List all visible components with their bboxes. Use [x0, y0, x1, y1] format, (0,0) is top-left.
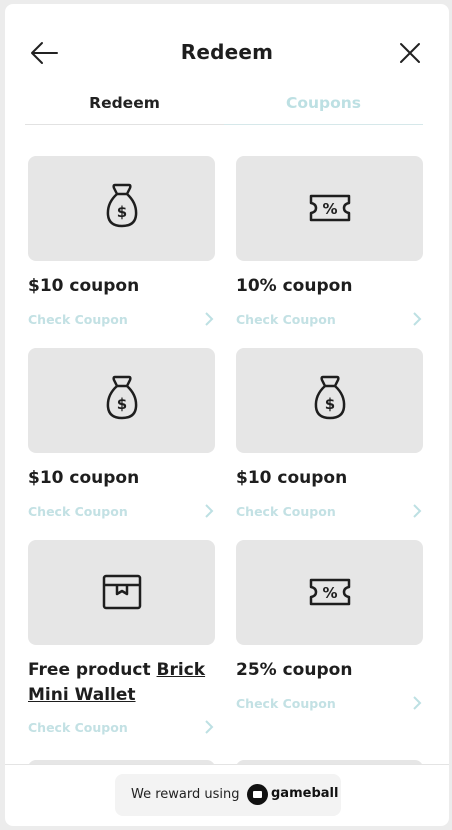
reward-title: 10% coupon — [236, 276, 353, 296]
reward-title: $10 coupon — [28, 276, 140, 296]
box-icon — [102, 574, 142, 610]
reward-thumbnail: % — [236, 156, 423, 261]
chevron-right-icon[interactable] — [203, 503, 215, 519]
check-coupon-link[interactable]: Check Coupon — [236, 696, 386, 711]
reward-title: $10 coupon — [236, 468, 348, 488]
tab-redeem[interactable]: Redeem — [25, 94, 224, 112]
reward-title-prefix: Free product — [28, 660, 151, 680]
chevron-right-icon[interactable] — [203, 311, 215, 327]
reward-thumbnail — [28, 540, 215, 645]
reward-card[interactable]: $ $10 coupon Check Coupon — [28, 348, 215, 528]
reward-thumbnail: % — [236, 540, 423, 645]
close-icon[interactable] — [398, 41, 422, 65]
percent-ticket-icon: % — [309, 194, 351, 222]
chevron-right-icon[interactable] — [411, 311, 423, 327]
tab-coupons[interactable]: Coupons — [224, 94, 423, 112]
svg-text:%: % — [322, 200, 337, 218]
svg-text:%: % — [322, 584, 337, 602]
reward-thumbnail: $ — [28, 348, 215, 453]
money-bag-icon: $ — [314, 375, 346, 420]
reward-title: Free product Brick Mini Wallet — [28, 658, 215, 708]
check-coupon-link[interactable]: Check Coupon — [28, 312, 178, 327]
rewards-grid: $ $10 coupon Check Coupon % 10% coupon C… — [28, 156, 424, 764]
check-coupon-link[interactable]: Check Coupon — [236, 504, 386, 519]
page-title: Redeem — [180, 40, 274, 64]
reward-card[interactable]: % 25% coupon Check Coupon — [236, 540, 423, 740]
money-bag-icon: $ — [106, 375, 138, 420]
reward-card[interactable]: % 10% coupon Check Coupon — [236, 156, 423, 336]
header: Redeem — [5, 4, 449, 100]
chevron-right-icon[interactable] — [411, 695, 423, 711]
reward-title: 25% coupon — [236, 660, 353, 680]
reward-title: $10 coupon — [28, 468, 140, 488]
svg-text:$: $ — [117, 395, 127, 413]
check-coupon-link[interactable]: Check Coupon — [236, 312, 386, 327]
svg-text:$: $ — [325, 395, 335, 413]
money-bag-icon: $ — [106, 183, 138, 228]
tab-active-indicator — [25, 124, 224, 125]
reward-card[interactable]: $ $10 coupon Check Coupon — [236, 348, 423, 528]
percent-ticket-icon: % — [309, 578, 351, 606]
chevron-right-icon[interactable] — [411, 503, 423, 519]
reward-card[interactable]: $ $10 coupon Check Coupon — [28, 156, 215, 336]
brand-name: gameball — [271, 786, 339, 801]
chevron-right-icon[interactable] — [203, 719, 215, 735]
tab-bar: Redeem Coupons — [25, 88, 423, 126]
reward-card[interactable]: Free product Brick Mini Wallet Check Cou… — [28, 540, 215, 740]
reward-thumbnail: $ — [28, 156, 215, 261]
gameball-logo-icon — [247, 784, 268, 805]
svg-text:$: $ — [117, 203, 127, 221]
powered-by-badge[interactable]: We reward using gameball — [115, 774, 341, 816]
redeem-panel: Redeem Redeem Coupons $ $10 coupon Check… — [5, 4, 449, 826]
reward-thumbnail: $ — [236, 348, 423, 453]
footer-text: We reward using — [131, 787, 240, 802]
footer-divider — [5, 764, 449, 765]
check-coupon-link[interactable]: Check Coupon — [28, 504, 178, 519]
check-coupon-link[interactable]: Check Coupon — [28, 720, 178, 735]
